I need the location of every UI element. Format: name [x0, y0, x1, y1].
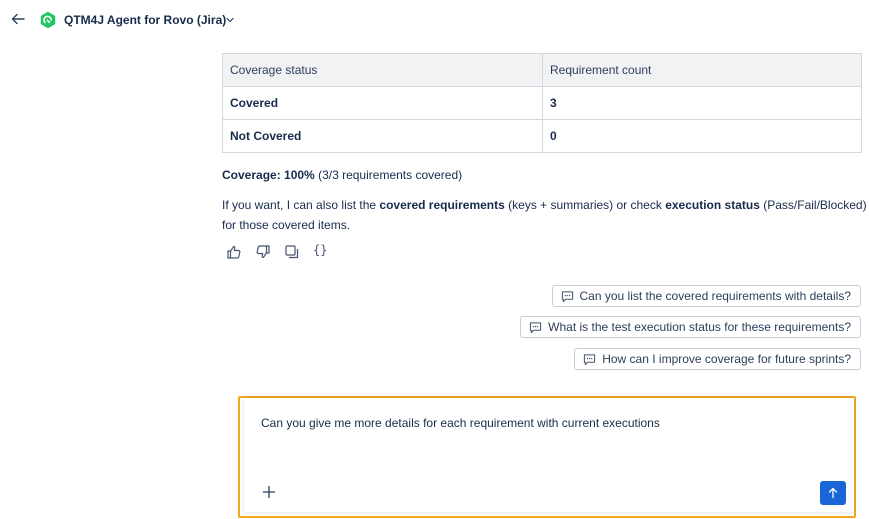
follow-up-text: If you want, I can also list the covered…	[222, 196, 867, 235]
chat-bubble-icon	[530, 321, 542, 333]
code-braces-icon[interactable]: {}	[313, 243, 329, 259]
agent-logo-icon	[39, 11, 57, 29]
info-text: If you want, I can also list the	[222, 198, 380, 212]
table-header-row: Coverage status Requirement count	[222, 53, 862, 87]
coverage-summary: Coverage: 100% (3/3 requirements covered…	[222, 168, 462, 182]
suggestion-label: What is the test execution status for th…	[548, 320, 851, 334]
copy-icon[interactable]	[284, 244, 300, 260]
thumbs-down-icon[interactable]	[255, 244, 271, 260]
suggestion-label: Can you list the covered requirements wi…	[579, 289, 851, 303]
column-header: Coverage status	[222, 53, 543, 87]
table-cell: Covered	[222, 86, 543, 120]
agent-title[interactable]: QTM4J Agent for Rovo (Jira)	[64, 13, 226, 27]
suggestion-button[interactable]: Can you list the covered requirements wi…	[551, 285, 861, 307]
chat-bubble-icon	[561, 290, 573, 302]
info-text: (keys + summaries) or check	[504, 198, 666, 212]
message-input[interactable]: Can you give me more details for each re…	[261, 416, 660, 430]
top-bar: QTM4J Agent for Rovo (Jira)	[0, 0, 869, 40]
chat-bubble-icon	[584, 353, 596, 365]
table-row: Not Covered 0	[222, 119, 862, 153]
plus-icon[interactable]	[262, 485, 276, 499]
arrow-up-icon	[828, 487, 838, 499]
thumbs-up-icon[interactable]	[226, 244, 242, 260]
table-cell: Not Covered	[222, 119, 543, 153]
send-button[interactable]	[820, 481, 846, 505]
suggestion-button[interactable]: What is the test execution status for th…	[520, 316, 861, 338]
suggestion-button[interactable]: How can I improve coverage for future sp…	[574, 348, 861, 370]
info-emphasis: covered requirements	[379, 198, 505, 212]
info-emphasis: execution status	[665, 198, 760, 212]
table-row: Covered 3	[222, 86, 862, 120]
table-cell: 3	[542, 86, 862, 120]
coverage-detail: (3/3 requirements covered)	[318, 168, 463, 182]
coverage-label: Coverage:	[222, 168, 281, 182]
coverage-value: 100%	[284, 168, 315, 182]
coverage-table: Coverage status Requirement count Covere…	[222, 53, 862, 153]
chevron-down-icon[interactable]	[225, 14, 235, 24]
suggestion-label: How can I improve coverage for future sp…	[602, 352, 851, 366]
back-arrow-icon[interactable]	[10, 11, 26, 27]
composer-input-area[interactable]: Can you give me more details for each re…	[244, 398, 854, 512]
column-header: Requirement count	[542, 53, 862, 87]
table-cell: 0	[542, 119, 862, 153]
message-composer[interactable]: Can you give me more details for each re…	[238, 396, 856, 518]
